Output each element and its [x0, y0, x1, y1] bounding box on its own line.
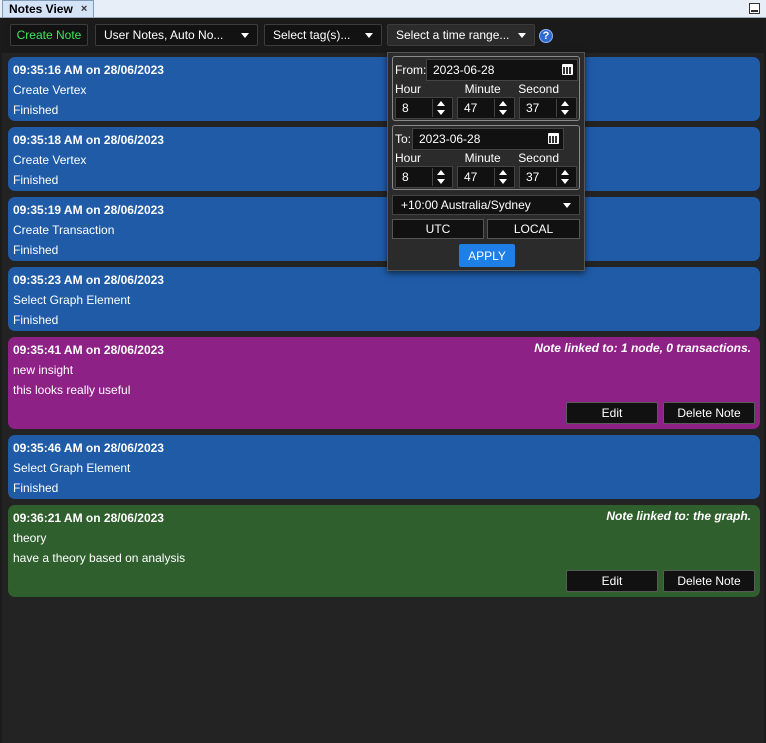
note-title: Create Vertex: [13, 83, 87, 97]
help-icon[interactable]: ?: [539, 29, 553, 43]
time-range-popup: From: 2023-06-28 Hour Minute Second 8 47…: [387, 52, 585, 271]
edit-note-button[interactable]: Edit: [566, 570, 658, 592]
timezone-dropdown[interactable]: +10:00 Australia/Sydney: [392, 195, 580, 215]
tab-title: Notes View: [9, 1, 73, 16]
from-hour-value: 8: [402, 101, 409, 115]
note-title: Select Graph Element: [13, 461, 131, 475]
note-body: Finished: [13, 173, 59, 187]
close-icon[interactable]: ×: [81, 2, 87, 17]
note-title: Create Transaction: [13, 223, 115, 237]
notes-panel: Create Note User Notes, Auto No... Selec…: [2, 18, 764, 743]
note-card: 09:35:18 AM on 28/06/2023 Create Vertex …: [8, 127, 760, 191]
tab-notes-view[interactable]: Notes View ×: [2, 0, 95, 17]
local-button[interactable]: LOCAL: [487, 219, 580, 239]
note-body: Finished: [13, 243, 59, 257]
note-title: Create Vertex: [13, 153, 87, 167]
delete-note-button[interactable]: Delete Note: [663, 570, 755, 592]
note-timestamp: 09:35:19 AM on 28/06/2023: [13, 203, 164, 217]
note-title: Select Graph Element: [13, 293, 131, 307]
timezone-value: +10:00 Australia/Sydney: [401, 198, 531, 212]
calendar-icon[interactable]: [562, 64, 573, 75]
note-card: 09:35:16 AM on 28/06/2023 Create Vertex …: [8, 57, 760, 121]
chevron-down-icon: [518, 32, 526, 38]
note-body: this looks really useful: [13, 383, 131, 397]
to-second-spinner[interactable]: 37: [519, 166, 577, 188]
note-body: have a theory based on analysis: [13, 551, 186, 565]
spin-down-icon[interactable]: [437, 110, 445, 115]
apply-button[interactable]: APPLY: [459, 244, 515, 267]
note-body: Finished: [13, 313, 59, 327]
spin-down-icon[interactable]: [499, 110, 507, 115]
second-label: Second: [518, 82, 559, 96]
to-date-field[interactable]: 2023-06-28: [412, 128, 564, 150]
note-timestamp: 09:35:16 AM on 28/06/2023: [13, 63, 164, 77]
time-range-dropdown[interactable]: Select a time range...: [387, 24, 535, 46]
spin-up-icon[interactable]: [437, 101, 445, 106]
from-minute-value: 47: [464, 101, 478, 115]
second-label: Second: [518, 151, 559, 165]
tag-filter-label: Select tag(s)...: [273, 28, 351, 42]
from-hour-spinner[interactable]: 8: [395, 97, 453, 119]
note-timestamp: 09:35:23 AM on 28/06/2023: [13, 273, 164, 287]
minute-label: Minute: [464, 151, 501, 165]
note-link-info: Note linked to: the graph.: [606, 509, 751, 523]
to-hour-value: 8: [402, 170, 409, 184]
time-range-label: Select a time range...: [396, 28, 510, 42]
note-card: 09:35:23 AM on 28/06/2023 Select Graph E…: [8, 267, 760, 331]
from-second-spinner[interactable]: 37: [519, 97, 577, 119]
create-note-button[interactable]: Create Note: [10, 24, 88, 46]
note-type-filter-label: User Notes, Auto No...: [104, 28, 224, 42]
spin-up-icon[interactable]: [561, 170, 569, 175]
to-second-value: 37: [526, 170, 540, 184]
toolbar: Create Note User Notes, Auto No... Selec…: [2, 18, 764, 53]
from-second-value: 37: [526, 101, 540, 115]
hour-label: Hour: [395, 151, 422, 165]
to-group: To: 2023-06-28 Hour Minute Second 8 47 3…: [392, 125, 580, 190]
calendar-icon[interactable]: [548, 133, 559, 144]
minute-label: Minute: [464, 82, 501, 96]
tag-filter-dropdown[interactable]: Select tag(s)...: [264, 24, 382, 46]
spin-down-icon[interactable]: [437, 179, 445, 184]
from-date-field[interactable]: 2023-06-28: [426, 59, 578, 81]
delete-note-button[interactable]: Delete Note: [663, 402, 755, 424]
from-time-headers: Hour Minute Second: [395, 82, 579, 96]
from-group: From: 2023-06-28 Hour Minute Second 8 47…: [392, 56, 580, 121]
note-card: 09:35:41 AM on 28/06/2023 new insight th…: [8, 337, 760, 429]
note-card: 09:35:46 AM on 28/06/2023 Select Graph E…: [8, 435, 760, 499]
note-card: 09:36:21 AM on 28/06/2023 theory have a …: [8, 505, 760, 597]
note-body: Finished: [13, 481, 59, 495]
spin-up-icon[interactable]: [499, 170, 507, 175]
chevron-down-icon: [241, 32, 249, 38]
edit-note-button[interactable]: Edit: [566, 402, 658, 424]
utc-button[interactable]: UTC: [392, 219, 484, 239]
note-timestamp: 09:35:46 AM on 28/06/2023: [13, 441, 164, 455]
note-title: theory: [13, 531, 47, 545]
note-link-info: Note linked to: 1 node, 0 transactions.: [534, 341, 751, 355]
spin-down-icon[interactable]: [499, 179, 507, 184]
to-hour-spinner[interactable]: 8: [395, 166, 453, 188]
to-date-value: 2023-06-28: [419, 132, 481, 146]
to-minute-value: 47: [464, 170, 478, 184]
note-body: Finished: [13, 103, 59, 117]
spin-down-icon[interactable]: [561, 179, 569, 184]
spin-up-icon[interactable]: [437, 170, 445, 175]
note-timestamp: 09:35:18 AM on 28/06/2023: [13, 133, 164, 147]
chevron-down-icon: [365, 32, 373, 38]
from-date-value: 2023-06-28: [433, 63, 495, 77]
spin-up-icon[interactable]: [499, 101, 507, 106]
to-time-headers: Hour Minute Second: [395, 151, 579, 165]
from-minute-spinner[interactable]: 47: [457, 97, 515, 119]
to-label: To:: [395, 132, 412, 146]
spin-down-icon[interactable]: [561, 110, 569, 115]
note-card: 09:35:19 AM on 28/06/2023 Create Transac…: [8, 197, 760, 261]
from-label: From:: [395, 63, 427, 77]
view-titlebar: Notes View ×: [0, 0, 766, 18]
spin-up-icon[interactable]: [561, 101, 569, 106]
hour-label: Hour: [395, 82, 422, 96]
to-minute-spinner[interactable]: 47: [457, 166, 515, 188]
chevron-down-icon: [563, 203, 571, 208]
minimize-icon[interactable]: [749, 3, 760, 14]
note-title: new insight: [13, 363, 74, 377]
note-type-filter-dropdown[interactable]: User Notes, Auto No...: [95, 24, 258, 46]
